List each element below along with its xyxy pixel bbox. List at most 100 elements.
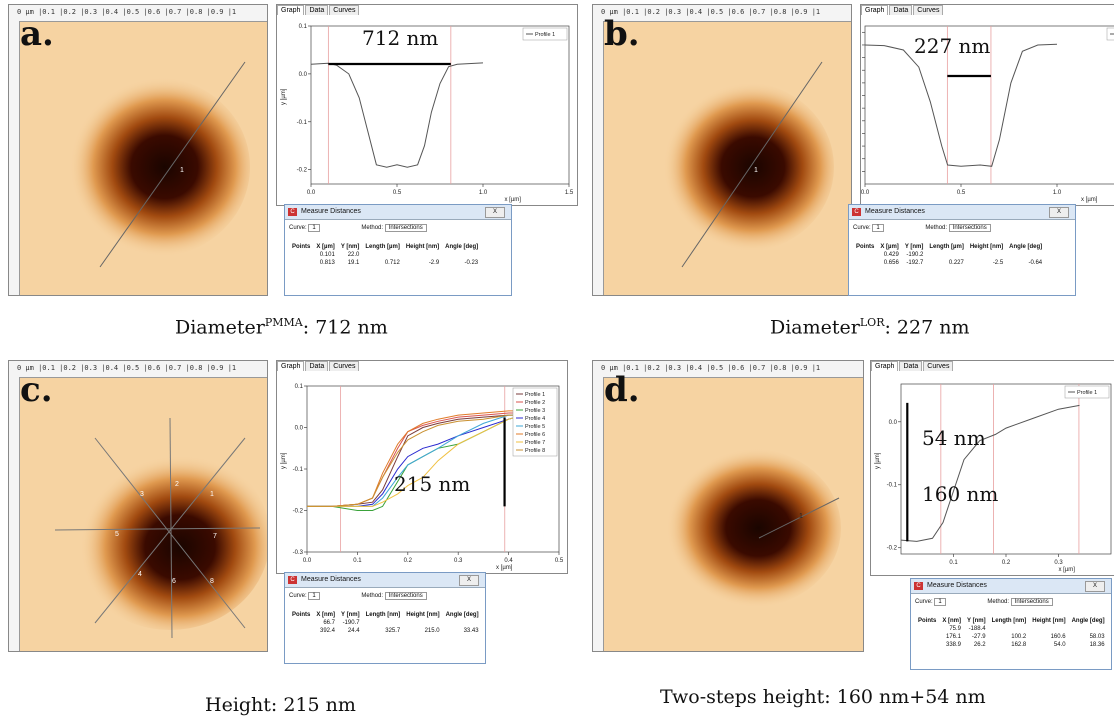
- table-cell: [915, 633, 939, 641]
- y-axis-label: y [µm]: [281, 88, 287, 105]
- table-cell: [853, 251, 877, 259]
- table-cell: -188.4: [968, 626, 986, 632]
- close-button[interactable]: X: [1085, 581, 1105, 592]
- app-icon: C: [852, 208, 861, 216]
- tab-data[interactable]: Data: [899, 361, 923, 371]
- close-button[interactable]: X: [485, 207, 505, 218]
- table-cell: -0.64: [1028, 260, 1043, 266]
- table-cell: 162.8: [1011, 642, 1027, 648]
- table-cell: 338.9: [946, 642, 962, 648]
- legend-label: Profile 6: [525, 432, 545, 438]
- table-header: X [µm]: [316, 244, 335, 250]
- close-button[interactable]: X: [1049, 207, 1069, 218]
- table-cell: 33.43: [463, 628, 479, 634]
- measure-table: Points X [nm] Y [nm] Length [nm] Height [nm]…: [289, 611, 482, 635]
- tab-graph[interactable]: Graph: [861, 5, 889, 15]
- measure-title-bar: C Measure Distances X: [285, 573, 485, 588]
- tab-data[interactable]: Data: [305, 5, 329, 15]
- x-axis-label: x [µm]: [496, 565, 513, 571]
- close-button[interactable]: X: [459, 575, 479, 586]
- x-tick-label: 0.1: [949, 560, 958, 566]
- tab-curves[interactable]: Curves: [913, 5, 944, 15]
- table-cell: [289, 619, 313, 627]
- table-cell: 0.656: [883, 260, 899, 266]
- table-cell: 58.03: [1089, 634, 1105, 640]
- panel-d: 0 µm |0.1 |0.2 |0.3 |0.4 |0.5 |0.6 |0.7 …: [584, 356, 1114, 670]
- panel-b: 0 µm |0.1 |0.2 |0.3 |0.4 |0.5 |0.6 |0.7 …: [584, 0, 1114, 300]
- table-cell: 0.813: [319, 260, 335, 266]
- measure-title: Measure Distances: [301, 208, 361, 215]
- method-select[interactable]: Intersections: [1010, 598, 1053, 606]
- legend-label: Profile 4: [525, 416, 545, 422]
- table-cell: 22.0: [347, 252, 360, 258]
- table-cell: 100.2: [1011, 634, 1027, 640]
- method-label: Method:: [987, 599, 1010, 605]
- curve-spinner[interactable]: 1: [934, 598, 946, 606]
- panel-letter: d.: [604, 370, 640, 410]
- afm-topography-a: 1: [20, 22, 267, 295]
- x-axis-label: x [µm]: [1081, 197, 1098, 203]
- measure-title: Measure Distances: [927, 582, 987, 589]
- y-tick-label: 0.1: [299, 24, 308, 30]
- curve-spinner[interactable]: 1: [872, 224, 884, 232]
- method-select[interactable]: Intersections: [384, 224, 427, 232]
- x-tick-label: 0.2: [1002, 560, 1011, 566]
- legend-label: Profile 1: [1077, 390, 1097, 396]
- table-cell: -2.9: [428, 260, 440, 266]
- table-cell: 54.0: [1053, 642, 1066, 648]
- curve-label: Curve:: [915, 599, 933, 605]
- tab-data[interactable]: Data: [889, 5, 913, 15]
- curve-spinner[interactable]: 1: [308, 592, 320, 600]
- table-cell: -190.2: [906, 252, 924, 258]
- y-tick-label: -0.2: [297, 168, 308, 174]
- afm-topography-c: 3 2 1 5 7 4 6 8: [20, 378, 267, 651]
- app-icon: C: [288, 208, 297, 216]
- tab-graph[interactable]: Graph: [277, 361, 305, 371]
- legend-label: Profile 8: [525, 448, 545, 454]
- panel-letter: b.: [604, 14, 640, 54]
- svg-text:7: 7: [213, 533, 217, 540]
- svg-text:1: 1: [210, 491, 214, 498]
- svg-text:1: 1: [180, 167, 184, 174]
- table-cell: 0.227: [948, 260, 964, 266]
- ruler-left: [9, 21, 20, 295]
- tab-curves[interactable]: Curves: [923, 361, 954, 371]
- table-header: Points: [918, 618, 937, 624]
- table-row: 75.9 -188.4: [915, 625, 1108, 633]
- svg-text:1: 1: [754, 167, 758, 174]
- diameter-annotation: 712 nm: [362, 26, 439, 50]
- table-header: Points: [292, 612, 311, 618]
- method-select[interactable]: Intersections: [948, 224, 991, 232]
- measure-title-bar: C Measure Distances X: [849, 205, 1075, 220]
- measure-table: Points X [nm] Y [nm] Length [nm] Height [nm]…: [915, 617, 1108, 649]
- curve-spinner[interactable]: 1: [308, 224, 320, 232]
- tab-data[interactable]: Data: [305, 361, 329, 371]
- table-cell: -190.7: [342, 620, 360, 626]
- tab-graph[interactable]: Graph: [277, 5, 305, 15]
- y-tick-label: -0.1: [293, 467, 304, 473]
- y-tick-label: -0.3: [293, 550, 304, 556]
- table-cell: -0.23: [464, 260, 479, 266]
- curve-label: Curve:: [289, 225, 307, 231]
- y-axis-label: y [µm]: [281, 452, 287, 469]
- x-tick-label: 0.1: [353, 558, 362, 564]
- graph-window-d: Graph Data Curves 0.1 0.2 0.3 0.0 -0.1 -0.2 x [µ…: [870, 360, 1114, 576]
- ruler-left: [593, 21, 604, 295]
- svg-text:4: 4: [138, 571, 142, 578]
- svg-text:2: 2: [175, 481, 179, 488]
- tab-curves[interactable]: Curves: [329, 5, 360, 15]
- table-row: 0.656 -192.7 0.227 -2.5 -0.64: [853, 259, 1045, 267]
- method-select[interactable]: Intersections: [384, 592, 427, 600]
- table-cell: 19.1: [347, 260, 360, 266]
- svg-text:8: 8: [210, 578, 214, 585]
- measure-window-b: C Measure Distances X Curve: 1 Method: Int…: [848, 204, 1076, 296]
- table-cell: [989, 625, 1030, 633]
- table-header: Y [nm]: [967, 618, 986, 624]
- table-cell: 325.7: [385, 628, 401, 634]
- table-row: 338.9 26.2 162.8 54.0 18.36: [915, 641, 1108, 649]
- tab-curves[interactable]: Curves: [329, 361, 360, 371]
- tab-graph[interactable]: Graph: [871, 361, 899, 371]
- x-tick-label: 1.0: [479, 190, 488, 196]
- plot-frame: [310, 25, 570, 185]
- table-header: Length [nm]: [365, 612, 401, 618]
